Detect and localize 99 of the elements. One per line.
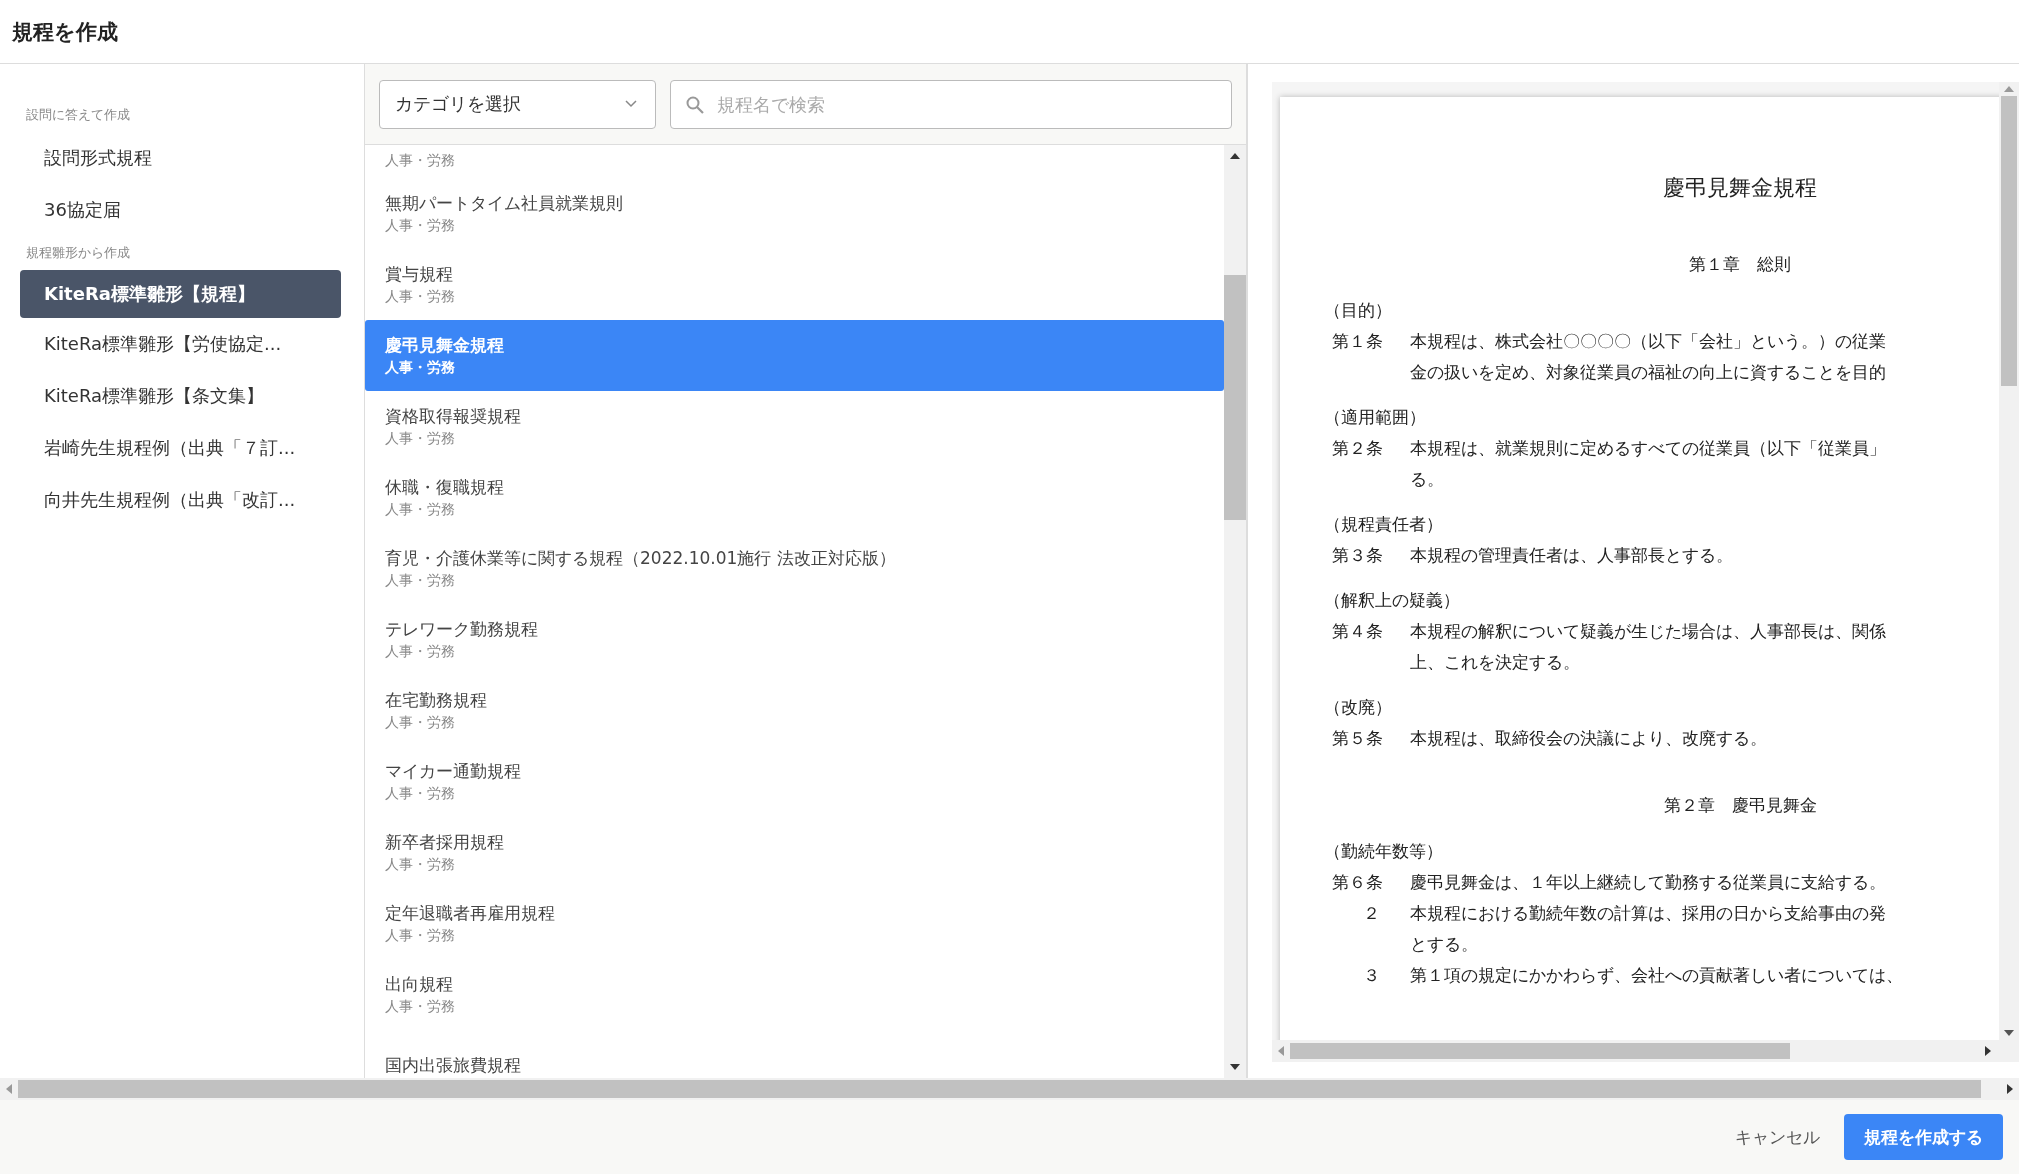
- article-number: ３: [1362, 964, 1381, 987]
- template-name: 育児・介護休業等に関する規程（2022.10.01施行 法改正対応版）: [385, 547, 897, 570]
- template-name: 出向規程: [385, 973, 454, 996]
- template-category: 人事・労務: [385, 217, 456, 235]
- template-item[interactable]: テレワーク勤務規程 人事・労務: [365, 604, 1224, 675]
- scrollbar[interactable]: [0, 1078, 2019, 1100]
- template-category: 人事・労務: [385, 643, 456, 661]
- scroll-left-icon[interactable]: [1278, 1046, 1284, 1056]
- template-category: 人事・労務: [385, 998, 456, 1016]
- template-name: マイカー通勤規程: [385, 760, 522, 783]
- article-heading: （勤続年数等）: [1323, 840, 1444, 863]
- template-category: 人事・労務: [385, 927, 456, 945]
- template-category: 人事・労務: [385, 288, 456, 306]
- article-line: 上、これを決定する。: [1410, 651, 1581, 674]
- article-line: 第１項の規定にかかわらず、会社への貢献著しい者については、: [1410, 964, 1903, 987]
- sidebar-item[interactable]: 岩崎先生規程例（出典「７訂...: [20, 422, 341, 474]
- article-line: 本規程は、取締役会の決議により、改廃する。: [1410, 727, 1767, 750]
- article-number: 第３条: [1332, 544, 1384, 567]
- chapter-heading: 第２章 慶弔見舞金: [1662, 794, 1818, 817]
- template-item[interactable]: 無期パートタイム社員就業規則 人事・労務: [365, 178, 1224, 249]
- template-name: 賞与規程: [385, 263, 454, 286]
- article-line: 慶弔見舞金は、１年以上継続して勤務する従業員に支給する。: [1410, 871, 1886, 894]
- template-name: 在宅勤務規程: [385, 689, 488, 712]
- template-name: 無期パートタイム社員就業規則: [385, 192, 624, 215]
- article-number: 第１条: [1332, 330, 1384, 353]
- sidebar-item[interactable]: 36協定届: [20, 184, 341, 236]
- article-heading: （規程責任者）: [1323, 513, 1444, 536]
- sidebar-item[interactable]: KiteRa標準雛形【条文集】: [20, 370, 341, 422]
- template-category: 人事・労務: [385, 430, 456, 448]
- section-heading: 規程雛形から作成: [25, 244, 131, 262]
- template-item[interactable]: 育児・介護休業等に関する規程（2022.10.01施行 法改正対応版） 人事・労務: [365, 533, 1224, 604]
- template-item[interactable]: 在宅勤務規程 人事・労務: [365, 675, 1224, 746]
- sidebar-item[interactable]: 向井先生規程例（出典「改訂...: [20, 474, 341, 526]
- article-number: 第２条: [1332, 437, 1384, 460]
- template-category: 人事・労務: [385, 152, 456, 170]
- article-line: 本規程は、株式会社〇〇〇〇（以下「会社」という。）の従業: [1410, 330, 1886, 353]
- scroll-down-icon[interactable]: [1230, 1064, 1240, 1070]
- scrollbar[interactable]: [1999, 82, 2019, 1040]
- create-button[interactable]: 規程を作成する: [1844, 1114, 2003, 1160]
- template-item[interactable]: 賞与規程 人事・労務: [365, 249, 1224, 320]
- document-title: 慶弔見舞金規程: [1662, 174, 1818, 202]
- scrollbar-thumb[interactable]: [1290, 1043, 1790, 1059]
- article-number: 第５条: [1332, 727, 1384, 750]
- scroll-right-icon[interactable]: [2007, 1084, 2013, 1094]
- template-name: 資格取得報奨規程: [385, 405, 522, 428]
- article-line: 本規程における勤続年数の計算は、採用の日から支給事由の発: [1410, 902, 1886, 925]
- article-number: 第４条: [1332, 620, 1384, 643]
- article-heading: （適用範囲）: [1323, 406, 1427, 429]
- scrollbar[interactable]: [1272, 1040, 2019, 1062]
- template-category: 人事・労務: [385, 501, 456, 519]
- dialog-title: 規程を作成: [12, 18, 118, 46]
- template-item[interactable]: 資格取得報奨規程 人事・労務: [365, 391, 1224, 462]
- template-item[interactable]: 慶弔見舞金規程 人事・労務: [365, 320, 1224, 391]
- article-line: 本規程は、就業規則に定めるすべての従業員（以下「従業員」: [1410, 437, 1886, 460]
- article-number: ２: [1362, 902, 1381, 925]
- template-category: 人事・労務: [385, 714, 456, 732]
- template-item[interactable]: 定年退職者再雇用規程 人事・労務: [365, 888, 1224, 959]
- template-name: テレワーク勤務規程: [385, 618, 539, 641]
- category-select[interactable]: カテゴリを選択: [379, 79, 656, 129]
- article-line: 金の扱いを定め、対象従業員の福祉の向上に資することを目的: [1410, 361, 1886, 384]
- article-heading: （目的）: [1323, 299, 1393, 322]
- sidebar-item[interactable]: KiteRa標準雛形【労使協定...: [20, 318, 341, 370]
- scrollbar-thumb[interactable]: [2001, 96, 2017, 386]
- template-item[interactable]: 出向規程 人事・労務: [365, 959, 1224, 1030]
- chevron-down-icon: [625, 100, 637, 108]
- template-name: 新卒者採用規程: [385, 831, 505, 854]
- scroll-left-icon[interactable]: [6, 1084, 12, 1094]
- template-name: 定年退職者再雇用規程: [385, 902, 556, 925]
- scrollbar-thumb[interactable]: [1224, 275, 1246, 520]
- sidebar-item[interactable]: KiteRa標準雛形【規程】: [20, 270, 341, 318]
- sidebar-item[interactable]: 設問形式規程: [20, 132, 341, 184]
- search-icon: [686, 95, 704, 114]
- article-heading: （改廃）: [1323, 696, 1393, 719]
- template-name: 慶弔見舞金規程: [385, 334, 505, 357]
- template-item[interactable]: 新卒者採用規程 人事・労務: [365, 817, 1224, 888]
- template-category: 人事・労務: [385, 856, 456, 874]
- template-category: 人事・労務: [385, 359, 456, 377]
- scroll-down-icon[interactable]: [2004, 1030, 2014, 1036]
- template-category: 人事・労務: [385, 785, 456, 803]
- template-item[interactable]: マイカー通勤規程 人事・労務: [365, 746, 1224, 817]
- template-category: 人事・労務: [385, 572, 456, 590]
- scroll-right-icon[interactable]: [1985, 1046, 1991, 1056]
- cancel-button[interactable]: キャンセル: [1731, 1117, 1824, 1157]
- article-line: 本規程の解釈について疑義が生じた場合は、人事部長は、関係: [1410, 620, 1886, 643]
- template-name: 国内出張旅費規程: [385, 1054, 522, 1077]
- article-heading: （解釈上の疑義）: [1323, 589, 1461, 612]
- section-heading: 設問に答えて作成: [25, 106, 131, 124]
- template-item[interactable]: 人事・労務: [365, 145, 1224, 178]
- scroll-up-icon[interactable]: [1230, 153, 1240, 159]
- article-line: る。: [1410, 468, 1445, 491]
- chapter-heading: 第１章 総則: [1688, 253, 1792, 276]
- search-field[interactable]: 規程名で検索: [670, 79, 1232, 129]
- article-number: 第６条: [1332, 871, 1384, 894]
- article-line: 本規程の管理責任者は、人事部長とする。: [1410, 544, 1733, 567]
- scrollbar[interactable]: [1224, 145, 1246, 1078]
- template-item[interactable]: 休職・復職規程 人事・労務: [365, 462, 1224, 533]
- article-line: とする。: [1410, 933, 1479, 956]
- template-item[interactable]: 国内出張旅費規程: [365, 1030, 1224, 1078]
- template-name: 休職・復職規程: [385, 476, 505, 499]
